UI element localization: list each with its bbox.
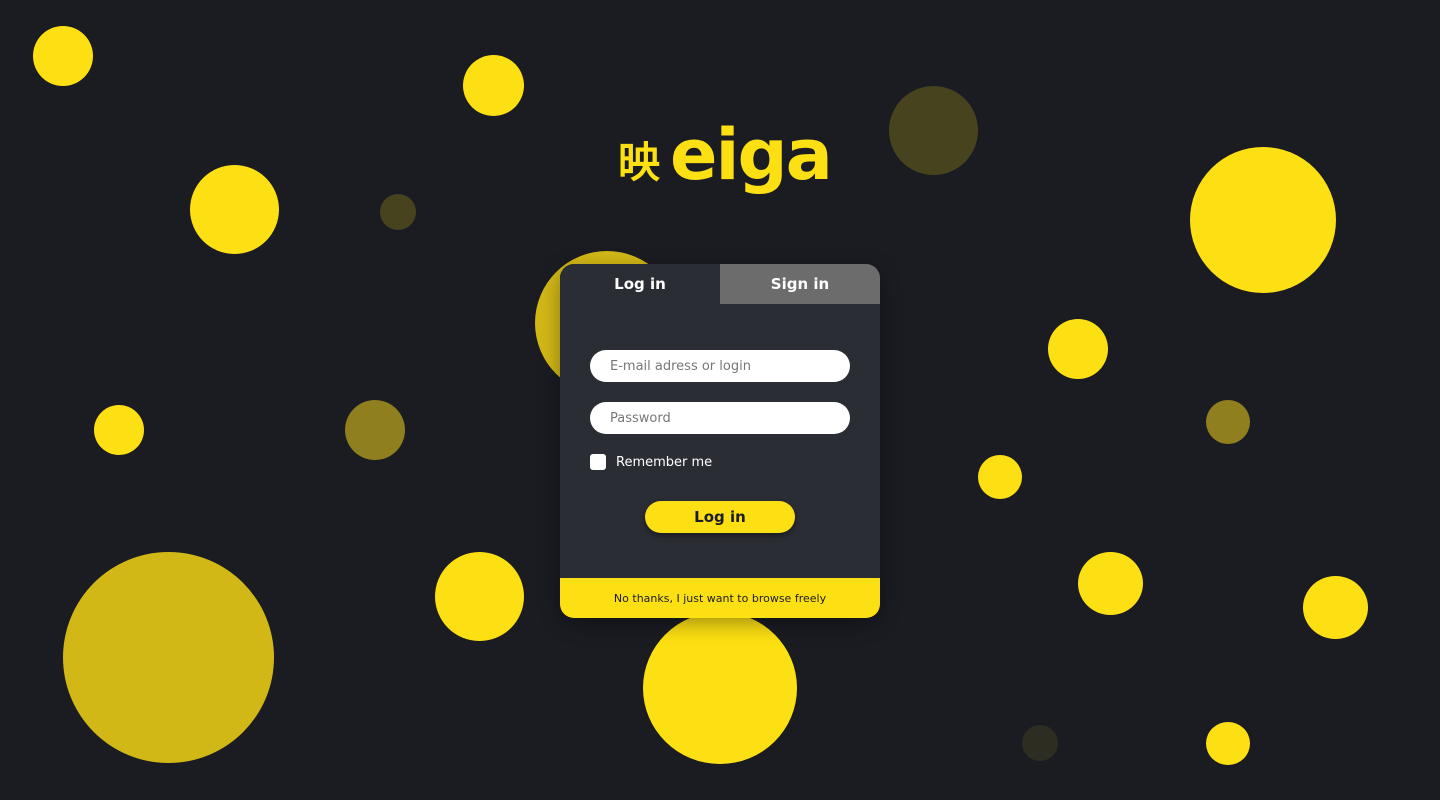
decor-bubble (1206, 400, 1250, 444)
decor-bubble (435, 552, 524, 641)
decor-bubble (380, 194, 416, 230)
log-in-button[interactable]: Log in (645, 501, 795, 533)
auth-tabs: Log in Sign in (560, 264, 880, 304)
decor-bubble (463, 55, 524, 116)
browse-freely-link[interactable]: No thanks, I just want to browse freely (560, 578, 880, 618)
logo-kanji: 映 (618, 138, 661, 187)
password-input[interactable] (590, 402, 850, 434)
decor-bubble (33, 26, 93, 86)
decor-bubble (1190, 147, 1336, 293)
tab-sign-in[interactable]: Sign in (720, 264, 880, 304)
email-input[interactable] (590, 350, 850, 382)
decor-bubble (94, 405, 144, 455)
decor-bubble (889, 86, 978, 175)
remember-me-row: Remember me (590, 454, 712, 470)
decor-bubble (190, 165, 279, 254)
auth-card: Log in Sign in Remember me Log in No tha… (560, 264, 880, 618)
remember-me-checkbox[interactable] (590, 454, 606, 470)
decor-bubble (978, 455, 1022, 499)
decor-bubble (1078, 552, 1143, 615)
decor-bubble (1303, 576, 1368, 639)
tab-log-in[interactable]: Log in (560, 264, 720, 304)
decor-bubble (1048, 319, 1108, 379)
decor-bubble (643, 612, 797, 764)
decor-bubble (1206, 722, 1250, 765)
brand-logo: 映 eiga (618, 114, 833, 210)
decor-bubble (1022, 725, 1058, 761)
decor-bubble (63, 552, 274, 763)
login-page: 映 eiga Log in Sign in Remember me Log in… (0, 0, 1440, 800)
logo-wordmark: eiga (670, 114, 833, 196)
remember-me-label: Remember me (616, 454, 713, 470)
decor-bubble (345, 400, 405, 460)
